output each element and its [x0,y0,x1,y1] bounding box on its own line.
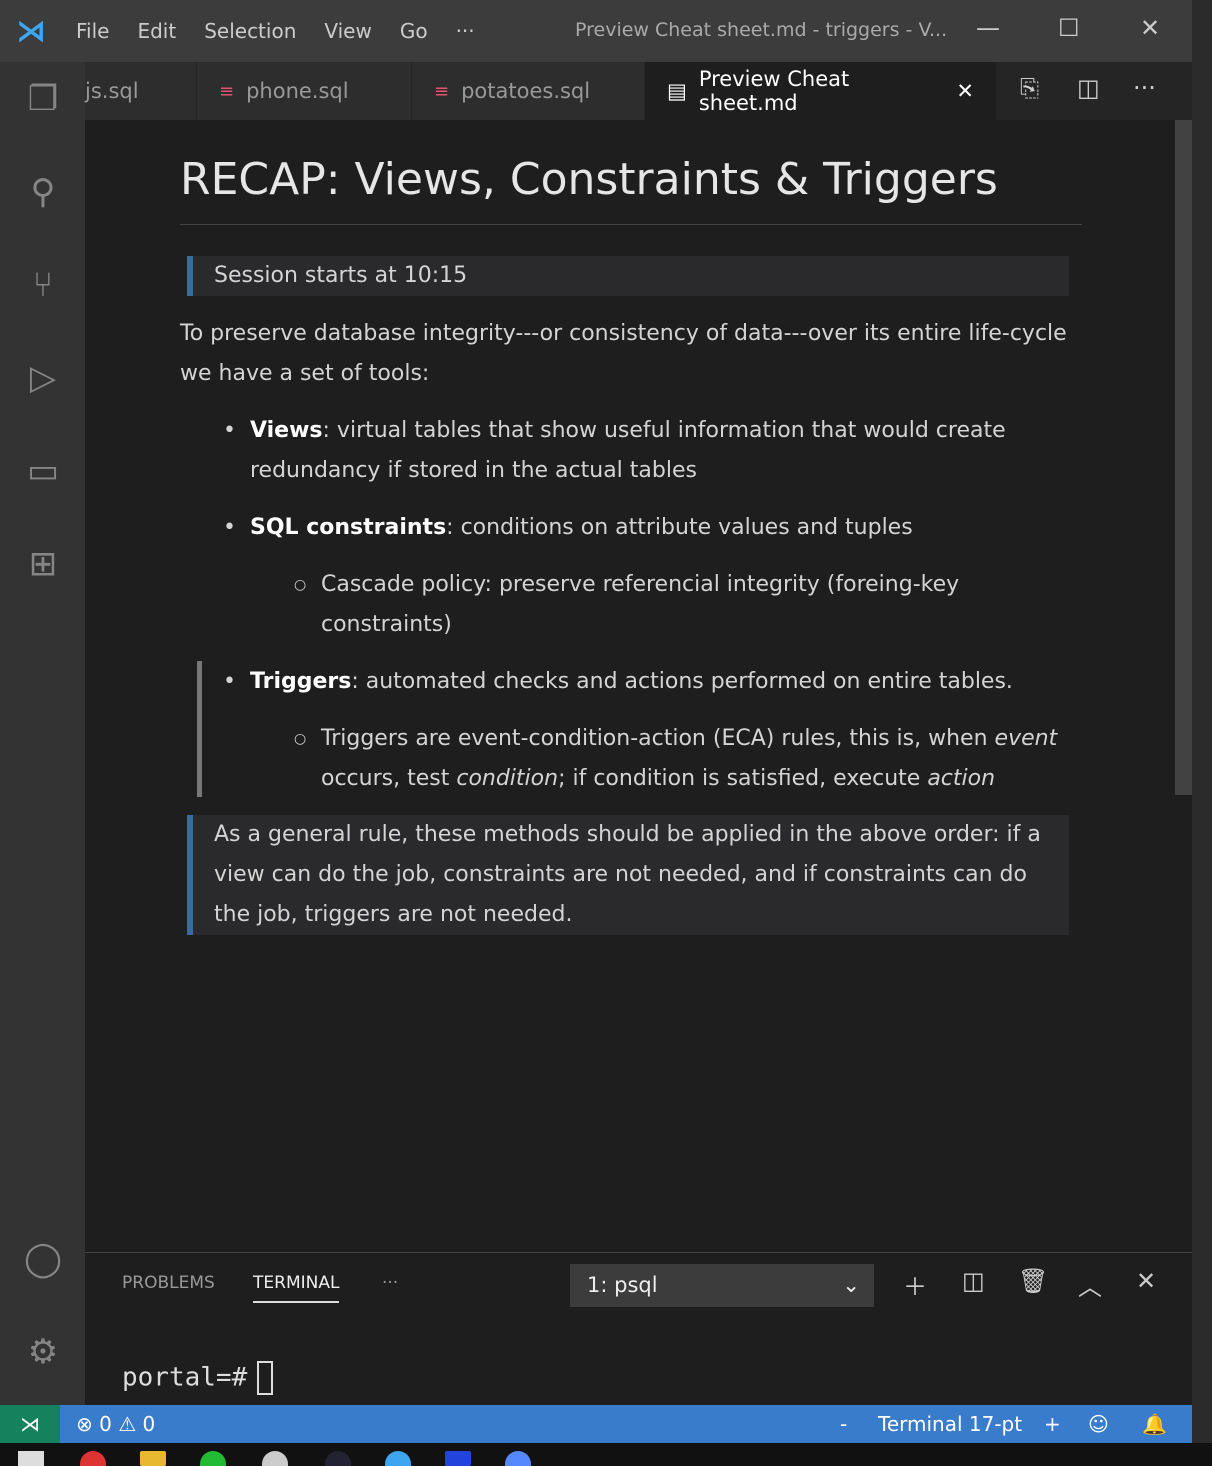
quote-bar [197,661,202,797]
database-icon: ≡ [219,80,235,102]
sub-item-cascade: ○ Cascade policy: preserve referencial in… [294,572,960,637]
session-text: Session starts at 10:15 [214,263,468,288]
menu-file[interactable]: File [62,19,123,43]
rule-blockquote: As a general rule, these methods should … [187,815,1069,935]
title-bar: ⋊ File Edit Selection View Go ··· Previe… [0,0,1192,62]
minimize-icon[interactable]: — [976,14,1000,42]
warning-count: 0 [142,1412,156,1436]
status-bar: ⋊ ⊗ 0 ⚠ 0 - Terminal 17-pt + ☺ 🔔 [0,1405,1192,1443]
font-decrease-button[interactable]: - [840,1405,847,1443]
preview-icon: ▤ [667,79,687,103]
gear-icon[interactable]: ⚙ [18,1327,68,1377]
tab-terminal[interactable]: TERMINAL [253,1273,340,1303]
maximize-icon[interactable]: ☐ [1058,14,1080,42]
sub-text: Triggers are event-condition-action (ECA… [321,726,995,751]
em: condition [456,766,559,791]
page-title: RECAP: Views, Constraints & Triggers [180,150,1082,225]
close-panel-icon[interactable]: ✕ [1136,1267,1156,1295]
tab-label: js.sql [85,79,139,103]
markdown-preview: RECAP: Views, Constraints & Triggers Ses… [85,120,1192,1250]
trash-icon[interactable]: 🗑 [1018,1267,1048,1295]
term: Triggers [250,669,352,694]
account-icon[interactable]: ◯ [18,1234,68,1284]
description: : virtual tables that show useful inform… [250,418,1006,483]
remote-icon[interactable]: ⋊ [0,1405,60,1443]
database-icon: ≡ [434,80,450,102]
rule-text: As a general rule, these methods should … [214,822,1041,927]
terminal-output[interactable]: portal=# [122,1361,274,1395]
list-item-constraints: • SQL constraints: conditions on attribut… [223,515,913,540]
spotify-icon[interactable] [200,1451,226,1466]
tab-preview-cheat-sheet[interactable]: ▤ Preview Cheat sheet.md ✕ [645,62,997,120]
search-icon[interactable]: ⚲ [18,167,68,217]
app-icon[interactable] [445,1451,471,1466]
tab-label: phone.sql [246,79,349,103]
vscode-taskbar-icon[interactable] [385,1451,411,1466]
background-window [1192,0,1212,1443]
bell-icon[interactable]: 🔔 [1142,1405,1167,1443]
list-item-triggers: • Triggers: automated checks and actions … [223,669,1013,694]
app-icon[interactable] [262,1451,288,1466]
terminal-font-size: Terminal 17-pt [878,1412,1023,1436]
window-title: Preview Cheat sheet.md - triggers - V... [575,19,948,41]
tab-label: potatoes.sql [461,79,591,103]
term: Views [250,418,323,443]
session-blockquote: Session starts at 10:15 [187,256,1069,296]
menu-more[interactable]: ··· [442,19,489,43]
tab-js-sql[interactable]: js.sql [85,62,197,120]
activity-bar: ❐ ⚲ ⑂ ▷ ▭ ⊞ ◯ ⚙ [0,62,85,1405]
explorer-icon[interactable]: ❐ [18,74,68,124]
feedback-icon[interactable]: ☺ [1088,1405,1109,1443]
terminal-cursor [257,1361,274,1395]
sub-item-eca: ○ Triggers are event-condition-action (EC… [294,726,1058,791]
term: SQL constraints [250,515,447,540]
run-debug-icon[interactable]: ▷ [18,353,68,403]
split-terminal-icon[interactable]: ◫ [962,1267,985,1295]
close-window-icon[interactable]: ✕ [1140,14,1160,42]
sub-text: occurs, test [321,766,457,791]
tab-problems[interactable]: PROBLEMS [122,1273,215,1293]
open-source-icon[interactable]: ⎘ [1020,74,1039,102]
file-explorer-icon[interactable] [140,1451,166,1466]
close-tab-icon[interactable]: ✕ [956,79,974,103]
intro-paragraph: To preserve database integrity---or cons… [180,321,1067,386]
em: action [927,766,996,791]
split-editor-icon[interactable]: ◫ [1077,74,1100,102]
new-terminal-icon[interactable]: ＋ [903,1267,927,1302]
menu-edit[interactable]: Edit [123,19,190,43]
source-control-icon[interactable]: ⑂ [18,260,68,310]
chevron-down-icon: ⌄ [842,1273,860,1297]
sub-text: Cascade policy: preserve referencial int… [321,572,960,637]
problems-status[interactable]: ⊗ 0 ⚠ 0 [76,1405,155,1443]
panel-more-icon[interactable]: ··· [382,1273,398,1293]
vscode-logo-icon: ⋊ [16,13,46,49]
maximize-panel-icon[interactable]: ︿ [1078,1267,1102,1302]
description: : automated checks and actions performed… [351,669,1013,694]
chrome-icon[interactable] [80,1451,106,1466]
extensions-icon[interactable]: ⊞ [18,539,68,589]
terminal-prompt: portal=# [122,1362,248,1393]
em: event [994,726,1058,751]
list-item-views: • Views: virtual tables that show useful … [223,418,1006,483]
description: : conditions on attribute values and tup… [446,515,913,540]
terminal-select[interactable]: 1: psql ⌄ [570,1264,874,1307]
app-icon[interactable] [325,1451,351,1466]
more-actions-icon[interactable]: ··· [1133,74,1156,102]
tab-potatoes-sql[interactable]: ≡ potatoes.sql [412,62,645,120]
tab-label: Preview Cheat sheet.md [698,67,850,115]
app-icon[interactable] [505,1451,531,1466]
tab-phone-sql[interactable]: ≡ phone.sql [197,62,412,120]
remote-explorer-icon[interactable]: ▭ [18,446,68,496]
font-increase-button[interactable]: + [1044,1405,1061,1443]
error-count: 0 [99,1412,112,1436]
menu-selection[interactable]: Selection [190,19,310,43]
taskbar [0,1443,1212,1466]
scrollbar[interactable] [1175,120,1192,795]
sub-text: ; if condition is satisfied, execute [558,766,928,791]
terminal-select-value: 1: psql [587,1273,658,1297]
panel: PROBLEMS TERMINAL ··· 1: psql ⌄ ＋ ◫ 🗑 ︿ ✕… [85,1252,1192,1405]
windows-start-icon[interactable] [18,1451,44,1466]
menu-view[interactable]: View [310,19,385,43]
menu-go[interactable]: Go [386,19,442,43]
